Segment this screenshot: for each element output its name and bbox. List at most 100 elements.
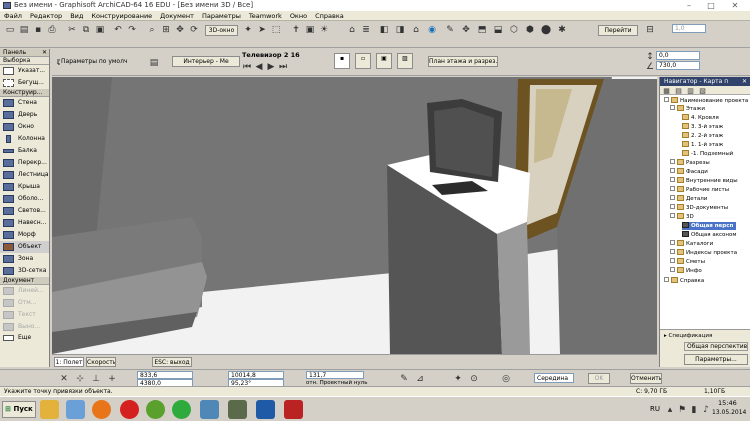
person-icon[interactable]: ✝ xyxy=(290,24,302,36)
layout-book-icon[interactable]: ▥ xyxy=(686,86,695,95)
tool-wall[interactable]: Стена xyxy=(0,97,49,109)
tool-beam[interactable]: Балка xyxy=(0,145,49,157)
tool-label[interactable]: Выно... xyxy=(0,321,49,333)
recorder-icon[interactable] xyxy=(284,400,303,419)
relative-icon[interactable]: + xyxy=(106,373,118,385)
magic-wand-icon[interactable]: ✦ xyxy=(452,373,464,385)
tool-text[interactable]: Текст xyxy=(0,309,49,321)
tree-item[interactable]: Фасади xyxy=(670,168,708,176)
clock-time[interactable]: 15:46 xyxy=(718,399,737,407)
clock-date[interactable]: 13.05.2014 xyxy=(712,409,746,416)
opera-icon[interactable] xyxy=(120,400,139,419)
grid-snap-icon[interactable]: ⊹ xyxy=(74,373,86,385)
menu-teamwork[interactable]: Teamwork xyxy=(245,11,286,21)
tree-item[interactable]: 1. 1-й этаж xyxy=(682,141,723,149)
media-player-icon[interactable] xyxy=(92,400,111,419)
tool-g-icon[interactable]: ⬤ xyxy=(540,24,552,36)
3d-viewport[interactable] xyxy=(52,77,657,354)
marquee-icon[interactable]: ⬚ xyxy=(270,24,282,36)
tool-e-icon[interactable]: ⬡ xyxy=(508,24,520,36)
tool-mesh[interactable]: 3D-сетка xyxy=(0,265,49,277)
snap-mode-select[interactable]: Середина xyxy=(534,373,574,383)
close-icon[interactable]: ✕ xyxy=(742,77,747,86)
tree-item[interactable]: Наименование проекта xyxy=(664,97,748,105)
network-icon[interactable]: ▮ xyxy=(688,404,700,416)
geometry-method-b[interactable]: ▫ xyxy=(355,53,371,69)
cancel-button[interactable]: Отменить xyxy=(630,373,662,384)
view-name-field[interactable]: Общая перспектива xyxy=(684,342,748,351)
construct-header[interactable]: Конструир... xyxy=(0,89,49,97)
icq-icon[interactable] xyxy=(172,400,191,419)
house-icon[interactable]: ⌂ xyxy=(346,24,358,36)
menu-file[interactable]: Файл xyxy=(0,11,26,21)
guide-icon[interactable]: ⊿ xyxy=(414,373,426,385)
tree-item[interactable]: 4. Кровля xyxy=(682,114,719,122)
floor-plan-section-button[interactable]: План этажа и разрез... xyxy=(428,56,498,67)
pan-icon[interactable]: ✥ xyxy=(174,24,186,36)
images-icon[interactable] xyxy=(200,400,219,419)
tree-item[interactable]: Справка xyxy=(664,277,704,285)
tray-arrow-icon[interactable]: ▴ xyxy=(664,404,676,416)
copy-icon[interactable]: ⧉ xyxy=(80,24,92,36)
default-settings-button[interactable]: Параметры по умолч. xyxy=(60,56,128,67)
tool-stair[interactable]: Лестница xyxy=(0,169,49,181)
tree-item[interactable]: -1. Подземный xyxy=(682,150,733,158)
arrange-icon[interactable]: ⊟ xyxy=(644,24,656,36)
menu-document[interactable]: Документ xyxy=(156,11,198,21)
cube-icon[interactable] xyxy=(256,400,275,419)
tool-zone[interactable]: Зона xyxy=(0,253,49,265)
publisher-icon[interactable]: ▧ xyxy=(698,86,707,95)
section-icon[interactable]: ◨ xyxy=(394,24,406,36)
redo-icon[interactable]: ↷ xyxy=(126,24,138,36)
tree-item[interactable]: 3D xyxy=(670,213,694,221)
tool-door[interactable]: Дверь xyxy=(0,109,49,121)
elevation-icon[interactable]: ⌂ xyxy=(410,24,422,36)
menu-design[interactable]: Конструирование xyxy=(87,11,156,21)
cut-icon[interactable]: ✂ xyxy=(66,24,78,36)
menu-help[interactable]: Справка xyxy=(311,11,348,21)
language-indicator[interactable]: RU xyxy=(650,405,660,413)
geometry-method-c[interactable]: ▣ xyxy=(376,53,392,69)
arrow-tool-icon[interactable]: ➤ xyxy=(256,24,268,36)
geometry-method-d[interactable]: ▨ xyxy=(397,53,413,69)
geometry-method-a[interactable]: ▪ xyxy=(334,53,350,69)
document-header[interactable]: Документ xyxy=(0,277,49,285)
view-settings-button[interactable]: Параметры... xyxy=(684,354,748,365)
new-file-icon[interactable]: ▭ xyxy=(4,24,16,36)
project-map-icon[interactable]: ▦ xyxy=(662,86,671,95)
utorrent-icon[interactable] xyxy=(146,400,165,419)
tool-object[interactable]: Объект xyxy=(0,241,49,253)
tool-window[interactable]: Окно xyxy=(0,121,49,133)
undo-icon[interactable]: ↶ xyxy=(112,24,124,36)
explorer-icon[interactable] xyxy=(40,400,59,419)
tree-item[interactable]: Общая аксоном xyxy=(682,231,737,239)
value-a-field[interactable]: 1,0 xyxy=(672,24,706,33)
last-icon[interactable]: ⏭ xyxy=(278,61,288,73)
tree-item[interactable]: Сметы xyxy=(670,258,705,266)
globe-icon[interactable]: ◉ xyxy=(426,24,438,36)
volume-icon[interactable]: ♪ xyxy=(700,404,712,416)
zoom-icon[interactable]: ⌕ xyxy=(146,24,158,36)
pencil-icon[interactable]: ✎ xyxy=(398,373,410,385)
close-icon[interactable]: ✕ xyxy=(42,49,47,57)
tree-item[interactable]: Этажи xyxy=(670,105,705,113)
tool-skylight[interactable]: Светов... xyxy=(0,205,49,217)
go-to-button[interactable]: Перейти xyxy=(598,25,638,36)
minimize-icon[interactable]: – xyxy=(678,1,700,10)
fit-icon[interactable]: ⊞ xyxy=(160,24,172,36)
settings-icon[interactable]: ▤ xyxy=(148,57,160,69)
tool-level[interactable]: Отм... xyxy=(0,297,49,309)
dx-field[interactable]: 833,6 xyxy=(137,371,193,379)
ortho-icon[interactable]: ⊥ xyxy=(90,373,102,385)
radius-field[interactable]: 131,7 xyxy=(306,371,364,379)
open-file-icon[interactable]: ▤ xyxy=(18,24,30,36)
tool-a-icon[interactable]: ✎ xyxy=(444,24,456,36)
tab-flight[interactable]: 1: Полет xyxy=(54,357,84,367)
tool-morph[interactable]: Морф xyxy=(0,229,49,241)
trace-icon[interactable]: ◎ xyxy=(500,373,512,385)
walk-icon[interactable]: ✦ xyxy=(242,24,254,36)
prev-icon[interactable]: ◀ xyxy=(254,61,264,73)
paste-icon[interactable]: ▣ xyxy=(94,24,106,36)
value-b-field[interactable]: 0,0 xyxy=(656,51,700,60)
layers-icon[interactable]: ≣ xyxy=(360,24,372,36)
